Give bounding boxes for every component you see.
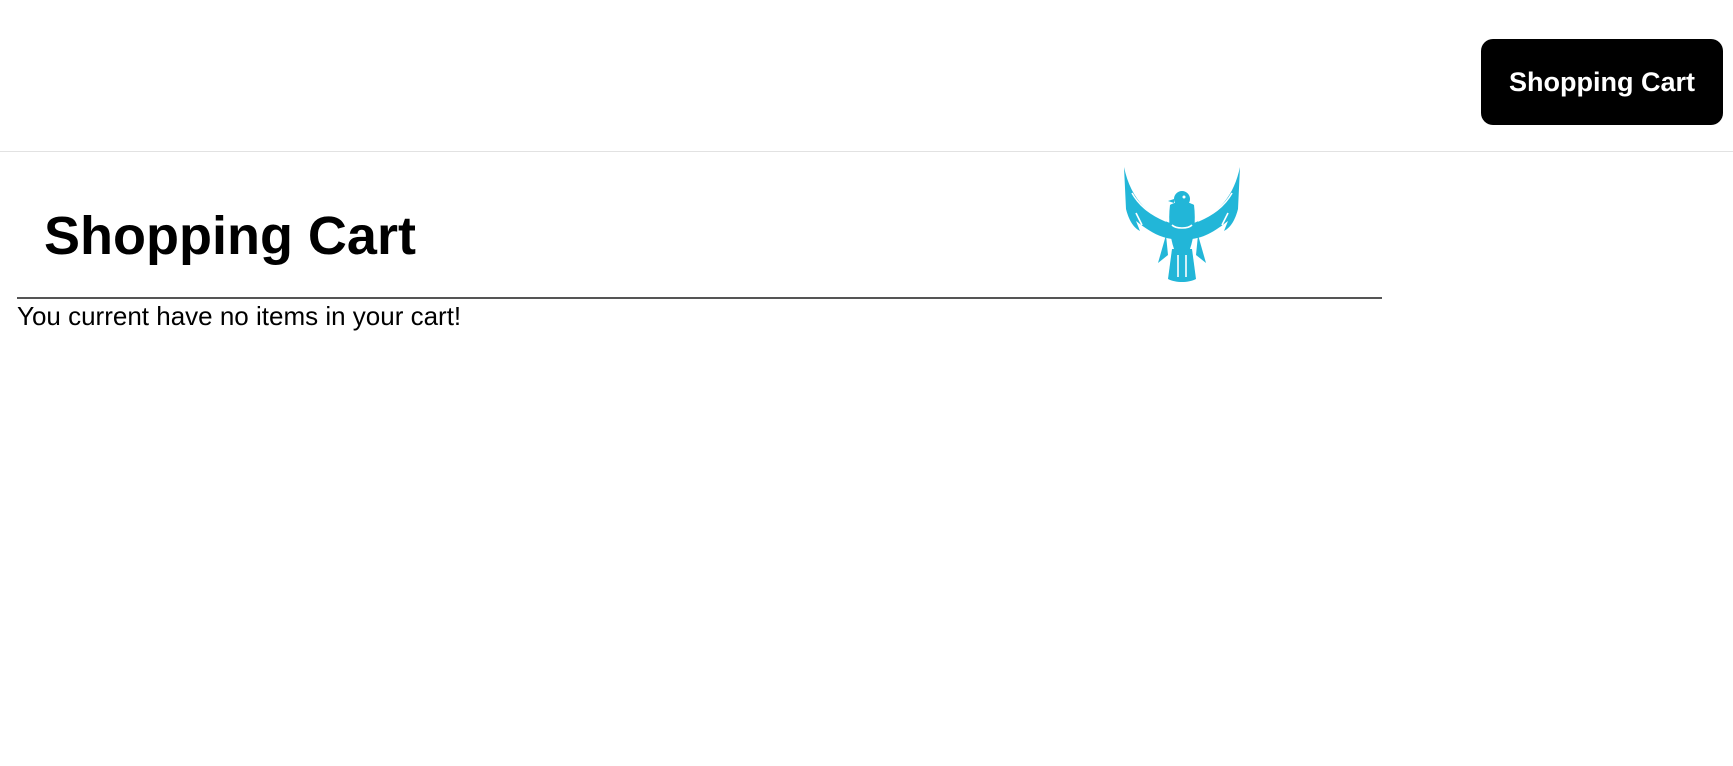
shopping-cart-button[interactable]: Shopping Cart (1481, 39, 1723, 125)
cart-page: Shopping Cart You current have no items … (0, 152, 1733, 766)
empty-cart-message: You current have no items in your cart! (17, 301, 462, 331)
eagle-logo-icon (1124, 167, 1240, 282)
top-navigation-bar: Shopping Cart (0, 0, 1733, 152)
title-divider (17, 297, 1382, 299)
page-title: Shopping Cart (44, 206, 416, 266)
